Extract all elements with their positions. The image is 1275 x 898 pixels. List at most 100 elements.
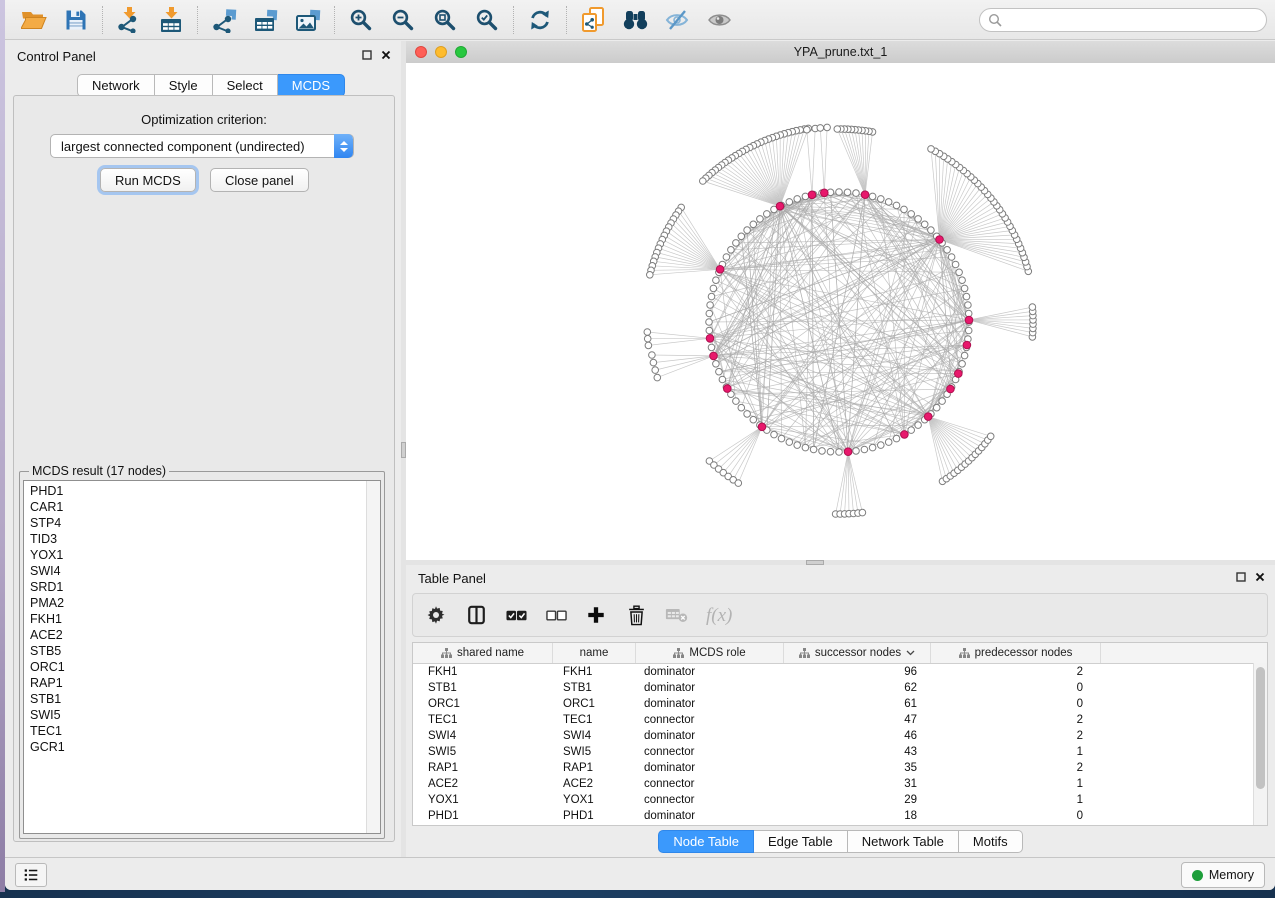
table-cell[interactable]: 2 bbox=[931, 714, 1101, 726]
table-cell[interactable]: dominator bbox=[636, 810, 784, 822]
table-cell[interactable]: connector bbox=[636, 714, 784, 726]
table-row[interactable]: SWI5SWI5connector431 bbox=[413, 744, 1267, 760]
network-node[interactable] bbox=[650, 359, 657, 366]
network-node[interactable] bbox=[706, 327, 713, 334]
table-cell[interactable]: 18 bbox=[784, 810, 931, 822]
network-node[interactable] bbox=[893, 435, 900, 442]
network-node[interactable] bbox=[723, 254, 730, 261]
table-cell[interactable]: 1 bbox=[931, 746, 1101, 758]
mcds-dominator-node[interactable] bbox=[844, 448, 852, 456]
table-cell[interactable]: dominator bbox=[636, 682, 784, 694]
table-cell[interactable]: PHD1 bbox=[553, 810, 636, 822]
task-history-button[interactable] bbox=[15, 863, 47, 887]
add-column-button[interactable] bbox=[583, 602, 609, 628]
first-neighbors-button[interactable] bbox=[614, 3, 656, 37]
network-node[interactable] bbox=[700, 178, 707, 185]
network-node[interactable] bbox=[654, 374, 661, 381]
network-node[interactable] bbox=[713, 361, 720, 368]
network-node[interactable] bbox=[804, 126, 811, 133]
zoom-out-button[interactable] bbox=[382, 3, 424, 37]
export-table-button[interactable] bbox=[245, 3, 287, 37]
mcds-dominator-node[interactable] bbox=[936, 236, 944, 244]
network-node[interactable] bbox=[908, 427, 915, 434]
network-node[interactable] bbox=[750, 221, 757, 228]
mcds-result-list[interactable]: PHD1CAR1STP4TID3YOX1SWI4SRD1PMA2FKH1ACE2… bbox=[23, 480, 381, 834]
table-cell[interactable]: YOX1 bbox=[413, 794, 553, 806]
table-cell[interactable]: 2 bbox=[931, 730, 1101, 742]
network-canvas[interactable] bbox=[406, 63, 1275, 560]
network-node[interactable] bbox=[893, 202, 900, 209]
mcds-dominator-node[interactable] bbox=[724, 385, 732, 393]
close-panel-icon[interactable] bbox=[1255, 572, 1265, 582]
network-node[interactable] bbox=[738, 233, 745, 240]
network-node[interactable] bbox=[647, 272, 654, 279]
mcds-dominator-node[interactable] bbox=[924, 413, 932, 421]
network-node[interactable] bbox=[786, 199, 793, 206]
network-node[interactable] bbox=[844, 189, 851, 196]
network-node[interactable] bbox=[707, 302, 714, 309]
mcds-result-item[interactable]: FKH1 bbox=[30, 611, 380, 627]
mcds-dominator-node[interactable] bbox=[963, 341, 971, 349]
table-cell[interactable]: connector bbox=[636, 794, 784, 806]
network-node[interactable] bbox=[708, 344, 715, 351]
network-node[interactable] bbox=[933, 404, 940, 411]
mcds-dominator-node[interactable] bbox=[821, 189, 829, 197]
mcds-result-item[interactable]: SWI5 bbox=[30, 707, 380, 723]
refresh-button[interactable] bbox=[519, 3, 561, 37]
table-row[interactable]: PHD1PHD1dominator180 bbox=[413, 808, 1267, 824]
table-cell[interactable]: SWI5 bbox=[413, 746, 553, 758]
function-builder-button[interactable]: f(x) bbox=[703, 602, 739, 628]
delete-column-button[interactable] bbox=[623, 602, 649, 628]
table-cell[interactable]: 0 bbox=[931, 698, 1101, 710]
tab-select[interactable]: Select bbox=[213, 74, 278, 97]
network-node[interactable] bbox=[952, 261, 959, 268]
run-mcds-button[interactable]: Run MCDS bbox=[100, 168, 196, 192]
close-panel-button[interactable]: Close panel bbox=[210, 168, 309, 192]
mcds-result-item[interactable]: TEC1 bbox=[30, 723, 380, 739]
import-table-button[interactable] bbox=[150, 3, 192, 37]
network-node[interactable] bbox=[819, 448, 826, 455]
network-node[interactable] bbox=[885, 199, 892, 206]
network-node[interactable] bbox=[965, 302, 972, 309]
mcds-dominator-node[interactable] bbox=[716, 266, 724, 274]
network-node[interactable] bbox=[901, 206, 908, 213]
network-node[interactable] bbox=[652, 367, 659, 374]
mcds-result-item[interactable]: STB5 bbox=[30, 643, 380, 659]
float-panel-icon[interactable] bbox=[1236, 572, 1246, 582]
search-input[interactable] bbox=[979, 8, 1267, 32]
network-node[interactable] bbox=[928, 146, 935, 153]
network-node[interactable] bbox=[817, 125, 824, 132]
network-node[interactable] bbox=[853, 448, 860, 455]
table-cell[interactable]: FKH1 bbox=[553, 666, 636, 678]
table-cell[interactable]: connector bbox=[636, 778, 784, 790]
mcds-result-item[interactable]: ORC1 bbox=[30, 659, 380, 675]
network-node[interactable] bbox=[921, 221, 928, 228]
table-row[interactable]: TEC1TEC1connector472 bbox=[413, 712, 1267, 728]
mcds-dominator-node[interactable] bbox=[758, 423, 766, 431]
mcds-dominator-node[interactable] bbox=[808, 191, 816, 199]
network-node[interactable] bbox=[869, 193, 876, 200]
mcds-dominator-node[interactable] bbox=[710, 352, 718, 360]
table-row[interactable]: ACE2ACE2connector311 bbox=[413, 776, 1267, 792]
table-cell[interactable]: 46 bbox=[784, 730, 931, 742]
tab-style[interactable]: Style bbox=[155, 74, 213, 97]
mcds-result-item[interactable]: STB1 bbox=[30, 691, 380, 707]
table-scrollbar-thumb[interactable] bbox=[1256, 667, 1265, 789]
table-cell[interactable]: 1 bbox=[931, 794, 1101, 806]
network-node[interactable] bbox=[987, 433, 994, 440]
mcds-dominator-node[interactable] bbox=[706, 335, 714, 343]
network-node[interactable] bbox=[885, 439, 892, 446]
network-node[interactable] bbox=[744, 411, 751, 418]
open-file-button[interactable] bbox=[13, 3, 55, 37]
table-cell[interactable]: dominator bbox=[636, 762, 784, 774]
network-node[interactable] bbox=[802, 193, 809, 200]
network-node[interactable] bbox=[778, 435, 785, 442]
mcds-dominator-node[interactable] bbox=[901, 431, 909, 439]
table-cell[interactable]: SWI4 bbox=[553, 730, 636, 742]
table-settings-button[interactable] bbox=[423, 602, 449, 628]
table-cell[interactable]: 47 bbox=[784, 714, 931, 726]
network-node[interactable] bbox=[810, 446, 817, 453]
network-node[interactable] bbox=[744, 227, 751, 234]
table-row[interactable]: ORC1ORC1dominator610 bbox=[413, 696, 1267, 712]
network-node[interactable] bbox=[915, 422, 922, 429]
